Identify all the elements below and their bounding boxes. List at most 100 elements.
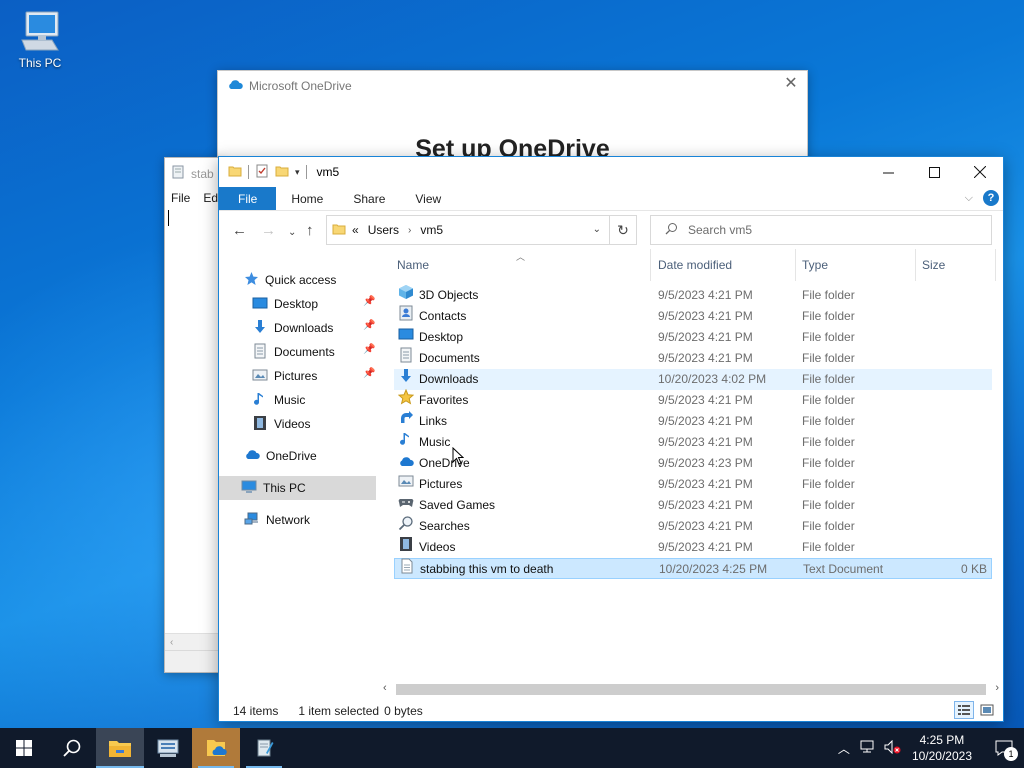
new-folder-icon[interactable] (275, 164, 289, 181)
pin-icon[interactable]: 📌 (363, 368, 375, 379)
file-name-cell[interactable]: Documents (398, 347, 480, 369)
maximize-button[interactable] (911, 157, 957, 187)
file-row[interactable]: Contacts 9/5/2023 4:21 PM File folder (394, 305, 992, 327)
file-name-cell[interactable]: Saved Games (398, 495, 495, 516)
taskbar-notepad[interactable] (240, 728, 288, 768)
refresh-button[interactable]: ↻ (610, 215, 637, 245)
pin-icon[interactable]: 📌 (363, 296, 375, 307)
address-dropdown-icon[interactable]: ⌄ (593, 224, 601, 235)
file-name-cell[interactable]: Favorites (397, 388, 468, 411)
nav-this-pc[interactable]: This PC (219, 476, 376, 500)
breadcrumb-separator-icon[interactable]: › (408, 225, 411, 236)
explorer-title-bar[interactable]: ▾ vm5 (219, 157, 1003, 187)
pin-icon[interactable]: 📌 (363, 344, 375, 355)
clock[interactable]: 4:25 PM 10/20/2023 (912, 732, 972, 764)
show-hidden-icons-chevron-icon[interactable]: ︿ (838, 740, 850, 757)
file-row[interactable]: Favorites 9/5/2023 4:21 PM File folder (394, 388, 992, 411)
nav-quick-access[interactable]: Quick access (244, 268, 336, 292)
nav-this-pc-label: This PC (263, 481, 306, 495)
file-row[interactable]: Searches 9/5/2023 4:21 PM File folder (394, 516, 992, 537)
large-icons-view-button[interactable] (977, 701, 997, 719)
column-header-name[interactable]: Name (397, 249, 429, 281)
file-row[interactable]: Music 9/5/2023 4:21 PM File folder (394, 432, 992, 453)
file-row[interactable]: Videos 9/5/2023 4:21 PM File folder (394, 537, 992, 558)
file-row[interactable]: OneDrive 9/5/2023 4:23 PM File folder (394, 453, 992, 474)
scroll-left-icon[interactable]: ‹ (383, 682, 387, 694)
column-header-type[interactable]: Type (802, 249, 828, 281)
nav-documents[interactable]: Documents (252, 340, 335, 364)
address-bar[interactable]: « Users › vm5 ⌄ (326, 215, 610, 245)
nav-music[interactable]: Music (252, 388, 305, 412)
notepad-horizontal-scrollbar[interactable]: ‹ (165, 633, 223, 650)
nav-network[interactable]: Network (244, 508, 310, 532)
minimize-button[interactable] (865, 157, 911, 187)
expand-ribbon-chevron-icon[interactable]: ⌵ (965, 192, 973, 205)
file-row[interactable]: Pictures 9/5/2023 4:21 PM File folder (394, 474, 992, 495)
onedrive-close-icon[interactable]: ✕ (783, 76, 799, 92)
computer-icon (16, 10, 64, 54)
taskbar-server-manager[interactable] (144, 728, 192, 768)
this-pc-desktop-icon[interactable]: This PC (12, 10, 68, 70)
properties-icon[interactable] (255, 164, 269, 181)
file-name-cell[interactable]: Searches (398, 516, 470, 537)
file-row[interactable]: 3D Objects 9/5/2023 4:21 PM File folder (394, 285, 992, 306)
tab-home[interactable]: Home (276, 187, 338, 210)
scroll-right-icon[interactable]: › (995, 682, 999, 694)
help-icon[interactable]: ? (983, 190, 999, 206)
file-name-cell[interactable]: Pictures (398, 474, 462, 495)
notepad-menu-file[interactable]: File (171, 191, 190, 205)
column-divider[interactable] (915, 249, 916, 281)
pin-icon[interactable]: 📌 (363, 320, 375, 331)
column-header-date-modified[interactable]: Date modified (658, 249, 732, 281)
file-name-cell[interactable]: 3D Objects (398, 285, 478, 306)
file-row[interactable]: Saved Games 9/5/2023 4:21 PM File folder (394, 495, 992, 516)
tab-file[interactable]: File (219, 187, 277, 210)
3d-objects-icon (398, 284, 414, 307)
customize-toolbar-dropdown-icon[interactable]: ▾ (295, 167, 300, 178)
taskbar-onedrive-setup[interactable] (192, 728, 240, 768)
file-name: Downloads (419, 372, 479, 386)
file-row[interactable]: Desktop 9/5/2023 4:21 PM File folder (394, 327, 992, 348)
action-center-button[interactable]: 1 (984, 728, 1024, 768)
volume-muted-icon[interactable] (884, 739, 902, 757)
network-status-icon[interactable] (860, 740, 876, 757)
taskbar-search-button[interactable] (48, 728, 96, 768)
forward-arrow-icon[interactable]: → (261, 223, 276, 238)
column-header-size[interactable]: Size (922, 249, 945, 281)
back-arrow-icon[interactable]: ← (232, 223, 247, 238)
details-view-button[interactable] (954, 701, 974, 719)
file-row[interactable]: Downloads 10/20/2023 4:02 PM File folder (394, 369, 992, 390)
file-row[interactable]: stabbing this vm to death 10/20/2023 4:25… (394, 558, 992, 579)
close-button[interactable] (957, 157, 1003, 187)
nav-pictures[interactable]: Pictures (252, 364, 317, 388)
recent-locations-chevron-icon[interactable]: ⌄ (288, 225, 296, 240)
tab-view[interactable]: View (400, 187, 456, 210)
file-name-cell[interactable]: Contacts (398, 305, 466, 327)
start-button[interactable] (0, 728, 48, 768)
file-name-cell[interactable]: Music (398, 432, 450, 453)
file-name-cell[interactable]: Desktop (398, 327, 463, 348)
up-arrow-icon[interactable]: ↑ (306, 223, 314, 238)
file-name-cell[interactable]: Links (398, 411, 447, 432)
nav-downloads[interactable]: Downloads (252, 316, 333, 340)
nav-videos[interactable]: Videos (252, 412, 310, 436)
nav-onedrive[interactable]: OneDrive (244, 444, 317, 468)
column-divider[interactable] (650, 249, 651, 281)
file-row[interactable]: Links 9/5/2023 4:21 PM File folder (394, 411, 992, 432)
nav-desktop[interactable]: Desktop (252, 292, 318, 316)
file-name-cell[interactable]: stabbing this vm to death (399, 558, 553, 580)
breadcrumb-users[interactable]: Users (368, 223, 399, 237)
file-row[interactable]: Documents 9/5/2023 4:21 PM File folder (394, 347, 992, 369)
breadcrumb-vm5[interactable]: vm5 (420, 223, 443, 237)
file-type: Text Document (803, 562, 884, 576)
file-name-cell[interactable]: Downloads (398, 369, 478, 390)
file-name-cell[interactable]: Videos (398, 537, 455, 558)
column-divider[interactable] (795, 249, 796, 281)
tab-share[interactable]: Share (338, 187, 400, 210)
column-divider[interactable] (995, 249, 996, 281)
scrollbar-thumb[interactable] (396, 684, 986, 695)
taskbar-file-explorer[interactable] (96, 728, 144, 768)
breadcrumb-overflow[interactable]: « (352, 223, 359, 237)
search-input[interactable]: Search vm5 (650, 215, 992, 245)
horizontal-scrollbar[interactable]: ‹ › (379, 681, 1003, 698)
